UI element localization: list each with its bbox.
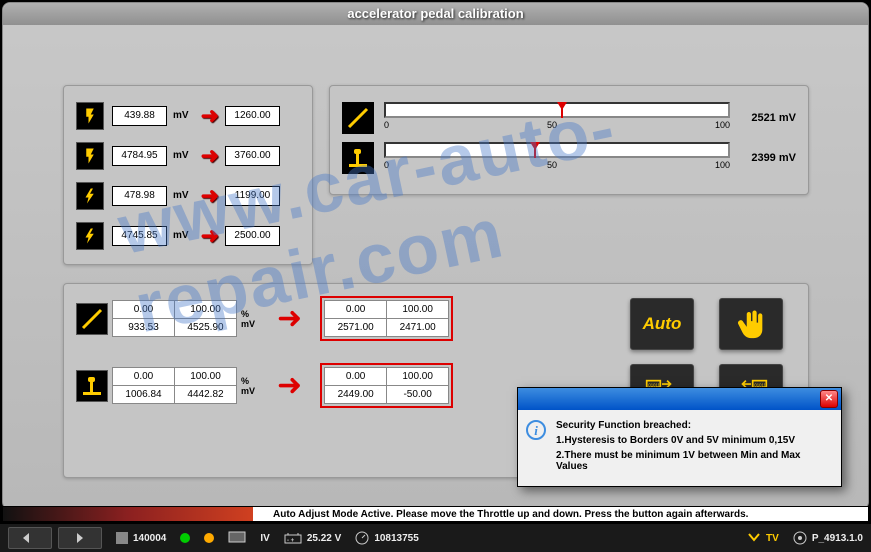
status-bar: 140004 IV - +25.22 V 10813755 TV P_4913.… <box>0 524 871 552</box>
unit-label: mV <box>173 230 189 241</box>
status-iv: IV <box>260 533 269 544</box>
svg-text:- +: - + <box>287 538 295 544</box>
voltage-target-input[interactable] <box>225 186 280 206</box>
bolt-icon <box>76 142 104 170</box>
voltage-target-input[interactable] <box>225 146 280 166</box>
status-led-amber <box>204 533 214 543</box>
voltage-row-1: mV ➜ <box>76 98 300 133</box>
slider-track[interactable]: 050100 <box>384 102 730 134</box>
arrow-icon: ➜ <box>201 143 219 169</box>
title-bar: accelerator pedal calibration <box>3 3 868 25</box>
unit-label: mV <box>173 150 189 161</box>
security-dialog: ✕ i Security Function breached: 1.Hyster… <box>517 387 842 487</box>
arrow-icon: ➜ <box>277 301 302 336</box>
status-tv: TV <box>747 532 779 544</box>
ecu-icon <box>228 531 246 545</box>
voltage-row-4: mV ➜ <box>76 218 300 253</box>
voltage-target-input[interactable] <box>225 106 280 126</box>
arrow-icon: ➜ <box>201 103 219 129</box>
highlight-box: 0.00100.00 2449.00-50.00 <box>320 363 453 408</box>
voltage-value-input[interactable] <box>112 226 167 246</box>
dialog-titlebar[interactable]: ✕ <box>518 388 841 410</box>
forward-button[interactable] <box>58 527 102 549</box>
gauge-icon: 10813755 <box>355 531 419 545</box>
slider-track[interactable]: 050100 <box>384 142 730 174</box>
bolt-icon <box>76 102 104 130</box>
auto-button[interactable]: Auto <box>630 298 694 350</box>
dialog-heading: Security Function breached: <box>556 420 833 431</box>
info-icon: i <box>526 420 546 440</box>
pedal-icon <box>342 142 374 174</box>
status-pid: P_4913.1.0 <box>793 531 863 545</box>
data-table-left: 0.00100.00 1006.844442.82 <box>112 367 237 404</box>
status-led-green <box>180 533 190 543</box>
voltage-row-3: mV ➜ <box>76 178 300 213</box>
manual-button[interactable] <box>719 298 783 350</box>
voltage-value-input[interactable] <box>112 146 167 166</box>
arrow-icon: ➜ <box>277 368 302 403</box>
data-table-right: 0.00100.00 2571.002471.00 <box>324 300 449 337</box>
slider-value: 2399 mV <box>740 152 796 164</box>
voltage-value-input[interactable] <box>112 186 167 206</box>
voltage-panel: mV ➜ mV ➜ mV ➜ mV ➜ <box>63 85 313 265</box>
slider-panel: 050100 2521 mV 050100 2399 mV <box>329 85 809 195</box>
voltage-value-input[interactable] <box>112 106 167 126</box>
slider-value: 2521 mV <box>740 112 796 124</box>
voltage-target-input[interactable] <box>225 226 280 246</box>
pedal-icon <box>76 370 108 402</box>
close-icon[interactable]: ✕ <box>820 390 838 408</box>
bolt-icon <box>76 222 104 250</box>
slider-row-1: 050100 2521 mV <box>342 98 796 138</box>
data-table-right: 0.00100.00 2449.00-50.00 <box>324 367 449 404</box>
technician-image <box>3 507 253 521</box>
instruction-bar: Auto Adjust Mode Active. Please move the… <box>2 506 869 522</box>
battery-icon: - +25.22 V <box>284 532 341 544</box>
bolt-icon <box>76 182 104 210</box>
arrow-icon: ➜ <box>201 223 219 249</box>
highlight-box: 0.00100.00 2571.002471.00 <box>320 296 453 341</box>
data-table-left: 0.00100.00 933.534525.90 <box>112 300 237 337</box>
status-counter: 140004 <box>116 532 166 544</box>
diagonal-icon <box>76 303 108 335</box>
arrow-icon: ➜ <box>201 183 219 209</box>
back-button[interactable] <box>8 527 52 549</box>
dialog-line: 2.There must be minimum 1V between Min a… <box>556 450 833 472</box>
slider-row-2: 050100 2399 mV <box>342 138 796 178</box>
instruction-text: Auto Adjust Mode Active. Please move the… <box>253 509 748 520</box>
voltage-row-2: mV ➜ <box>76 138 300 173</box>
diagonal-icon <box>342 102 374 134</box>
unit-label: mV <box>173 110 189 121</box>
unit-label: mV <box>173 190 189 201</box>
dialog-line: 1.Hysteresis to Borders 0V and 5V minimu… <box>556 435 833 446</box>
